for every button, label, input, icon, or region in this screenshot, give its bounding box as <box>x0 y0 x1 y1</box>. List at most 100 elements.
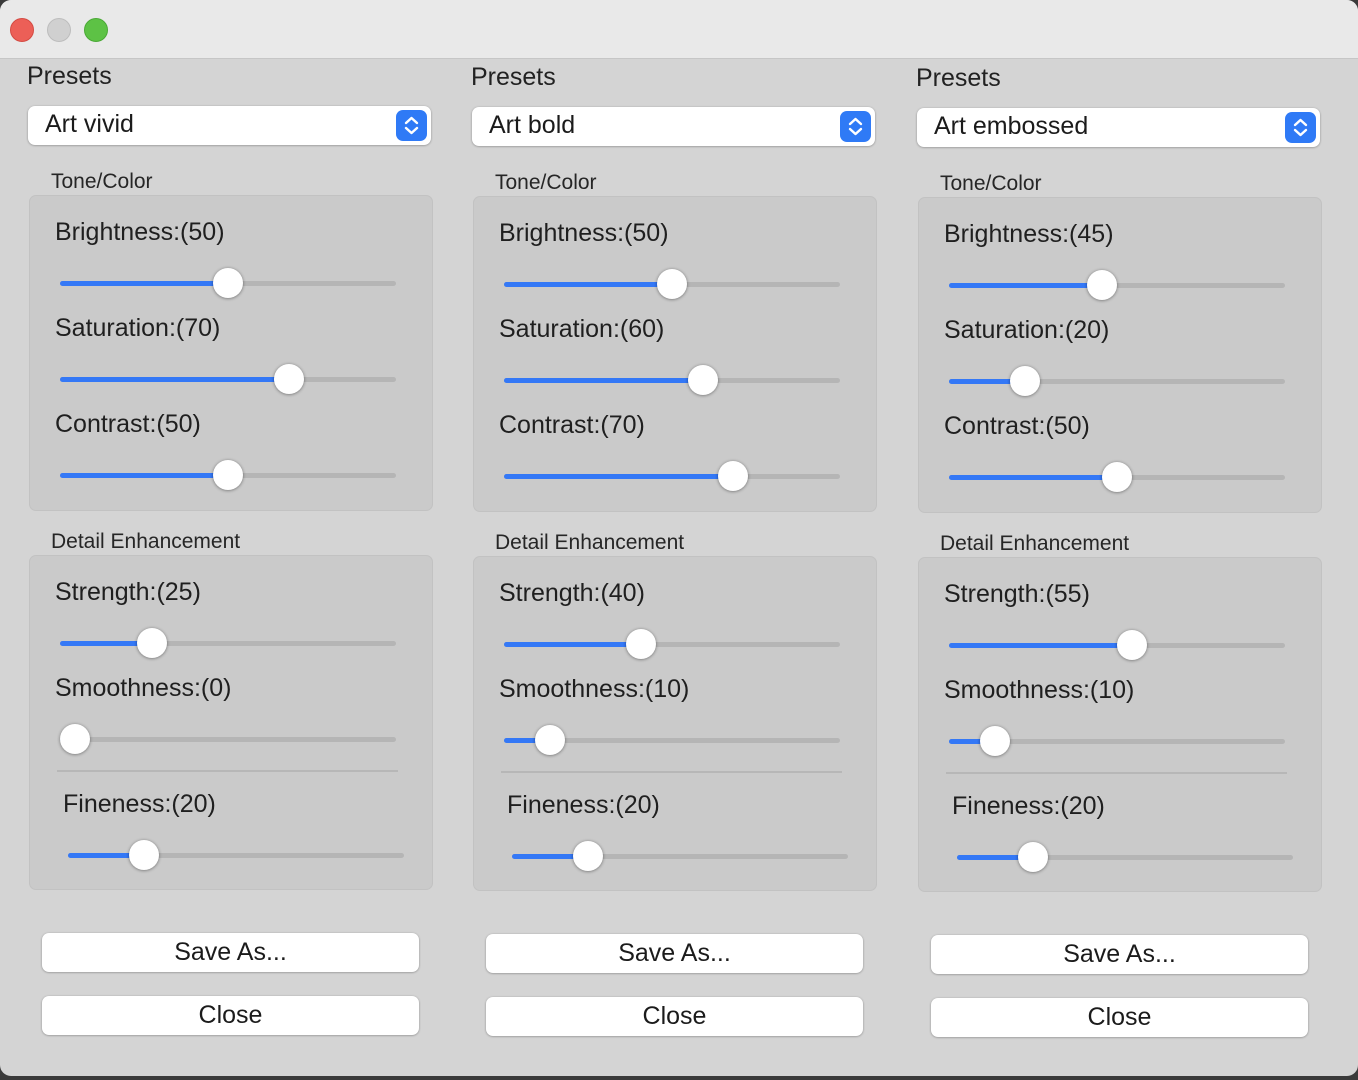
select-stepper-icon <box>840 111 871 142</box>
smoothness-label: Smoothness:(10) <box>944 676 1135 704</box>
contrast-knob[interactable] <box>213 460 243 490</box>
preset-select[interactable]: Art vivid <box>28 106 431 145</box>
contrast-fill <box>949 475 1117 480</box>
smoothness-label: Smoothness:(0) <box>55 674 232 702</box>
preset-select-value: Art bold <box>489 111 576 139</box>
brightness-slider[interactable] <box>949 270 1285 300</box>
smoothness-slider[interactable] <box>60 724 396 754</box>
brightness-fill <box>504 282 672 287</box>
contrast-knob[interactable] <box>718 461 749 491</box>
separator <box>501 771 842 773</box>
brightness-slider[interactable] <box>504 269 840 299</box>
preset-select-value: Art vivid <box>45 110 134 138</box>
tone-color-group: Brightness:(45) Saturation:(20) Contrast… <box>918 197 1322 513</box>
fineness-slider[interactable] <box>512 841 848 871</box>
brightness-knob[interactable] <box>1086 270 1117 300</box>
detail-enhancement-title: Detail Enhancement <box>51 530 241 553</box>
minimize-window-button[interactable] <box>47 18 71 42</box>
tone-color-group: Brightness:(50) Saturation:(60) Contrast… <box>473 196 877 512</box>
brightness-fill <box>949 283 1102 288</box>
saturation-fill <box>60 377 290 382</box>
detail-enhancement-group: Strength:(25) Smoothness:(0) Fineness:(2… <box>29 555 433 890</box>
select-stepper-icon <box>1285 112 1316 143</box>
brightness-knob[interactable] <box>657 269 687 299</box>
preset-panel-1: Presets Art vivid Tone/Color Brightness:… <box>0 58 445 1076</box>
fineness-knob[interactable] <box>129 840 160 870</box>
separator <box>57 770 398 772</box>
smoothness-knob[interactable] <box>60 724 90 754</box>
close-window-button[interactable] <box>10 18 34 42</box>
saturation-label: Saturation:(60) <box>499 315 665 343</box>
contrast-fill <box>504 474 734 479</box>
fineness-label: Fineness:(20) <box>63 790 216 818</box>
contrast-slider[interactable] <box>504 461 840 491</box>
strength-slider[interactable] <box>504 629 840 659</box>
strength-knob[interactable] <box>1117 630 1148 660</box>
preset-panel-3: Presets Art embossed Tone/Color Brightne… <box>889 60 1334 1076</box>
smoothness-knob[interactable] <box>979 726 1010 756</box>
preset-select[interactable]: Art embossed <box>917 108 1320 147</box>
close-button[interactable]: Close <box>931 998 1308 1037</box>
strength-fill <box>949 643 1133 648</box>
brightness-fill <box>60 281 228 286</box>
save-as-button[interactable]: Save As... <box>486 934 863 973</box>
tone-color-title: Tone/Color <box>51 170 153 193</box>
saturation-knob[interactable] <box>1010 366 1041 396</box>
save-as-button[interactable]: Save As... <box>42 933 419 972</box>
strength-label: Strength:(25) <box>55 578 201 606</box>
strength-slider[interactable] <box>949 630 1285 660</box>
tone-color-title: Tone/Color <box>495 171 597 194</box>
contrast-label: Contrast:(70) <box>499 411 645 439</box>
saturation-knob[interactable] <box>687 365 718 395</box>
preset-panel-2: Presets Art bold Tone/Color Brightness:(… <box>444 59 889 1076</box>
save-as-button[interactable]: Save As... <box>931 935 1308 974</box>
title-bar <box>0 0 1358 59</box>
saturation-knob[interactable] <box>274 364 305 394</box>
brightness-label: Brightness:(45) <box>944 220 1114 248</box>
fineness-knob[interactable] <box>573 841 604 871</box>
brightness-knob[interactable] <box>213 268 243 298</box>
presets-label: Presets <box>916 64 1001 92</box>
contrast-knob[interactable] <box>1102 462 1132 492</box>
strength-knob[interactable] <box>136 628 167 658</box>
detail-enhancement-title: Detail Enhancement <box>495 531 685 554</box>
close-button[interactable]: Close <box>486 997 863 1036</box>
preset-select-value: Art embossed <box>934 112 1089 140</box>
preset-window: Presets Art vivid Tone/Color Brightness:… <box>0 0 1358 1076</box>
contrast-label: Contrast:(50) <box>944 412 1090 440</box>
fineness-slider[interactable] <box>957 842 1293 872</box>
fineness-knob[interactable] <box>1018 842 1049 872</box>
contrast-fill <box>60 473 228 478</box>
zoom-window-button[interactable] <box>84 18 108 42</box>
contrast-slider[interactable] <box>60 460 396 490</box>
strength-label: Strength:(55) <box>944 580 1090 608</box>
saturation-label: Saturation:(20) <box>944 316 1110 344</box>
strength-slider[interactable] <box>60 628 396 658</box>
contrast-slider[interactable] <box>949 462 1285 492</box>
close-button[interactable]: Close <box>42 996 419 1035</box>
saturation-fill <box>504 378 703 383</box>
fineness-slider[interactable] <box>68 840 404 870</box>
saturation-slider[interactable] <box>949 366 1285 396</box>
contrast-label: Contrast:(50) <box>55 410 201 438</box>
separator <box>946 772 1287 774</box>
saturation-label: Saturation:(70) <box>55 314 221 342</box>
saturation-slider[interactable] <box>504 365 840 395</box>
tone-color-title: Tone/Color <box>940 172 1042 195</box>
brightness-slider[interactable] <box>60 268 396 298</box>
smoothness-label: Smoothness:(10) <box>499 675 690 703</box>
detail-enhancement-group: Strength:(40) Smoothness:(10) Fineness:(… <box>473 556 877 891</box>
detail-enhancement-group: Strength:(55) Smoothness:(10) Fineness:(… <box>918 557 1322 892</box>
preset-select[interactable]: Art bold <box>472 107 875 146</box>
brightness-label: Brightness:(50) <box>499 219 669 247</box>
smoothness-knob[interactable] <box>534 725 565 755</box>
strength-knob[interactable] <box>626 629 657 659</box>
presets-label: Presets <box>27 62 112 90</box>
smoothness-slider[interactable] <box>949 726 1285 756</box>
select-stepper-icon <box>396 110 427 141</box>
smoothness-slider[interactable] <box>504 725 840 755</box>
brightness-label: Brightness:(50) <box>55 218 225 246</box>
saturation-slider[interactable] <box>60 364 396 394</box>
detail-enhancement-title: Detail Enhancement <box>940 532 1130 555</box>
presets-label: Presets <box>471 63 556 91</box>
